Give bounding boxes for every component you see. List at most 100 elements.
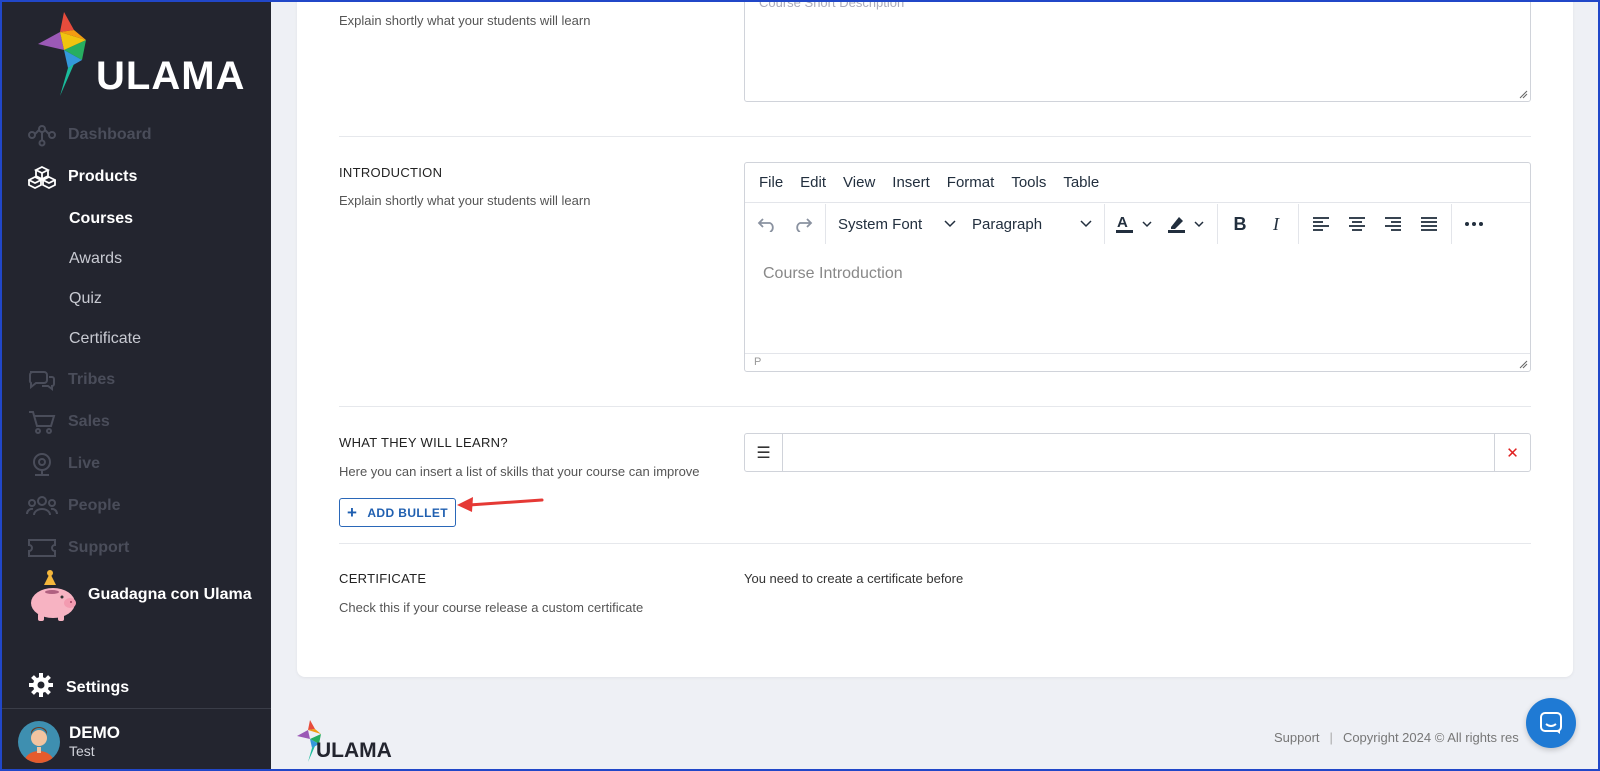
highlighter-icon	[1168, 217, 1204, 233]
user-name: DEMO	[69, 723, 120, 742]
text-color-button[interactable]: A	[1109, 207, 1161, 241]
footer-logo[interactable]: ULAMA	[296, 719, 400, 768]
divider	[339, 406, 1531, 407]
toolbar-separator	[825, 204, 826, 244]
footer-links: Support | Copyright 2024 © All rights res	[1274, 730, 1519, 745]
italic-icon[interactable]: I	[1258, 207, 1294, 241]
undo-icon[interactable]	[749, 207, 785, 241]
footer-support-link[interactable]: Support	[1274, 730, 1320, 745]
promo-link[interactable]: Guadagna con Ulama	[26, 567, 252, 623]
footer-brand: ULAMA	[316, 739, 392, 762]
annotation-arrow-icon	[457, 497, 544, 512]
bullet-input[interactable]	[783, 434, 1494, 471]
menu-format[interactable]: Format	[947, 174, 995, 191]
webcam-icon	[26, 450, 58, 478]
resize-handle-icon[interactable]	[1518, 359, 1528, 369]
sidebar-item-dashboard[interactable]: Dashboard	[26, 120, 152, 150]
toolbar-separator	[1217, 204, 1218, 244]
short-desc-description: Explain shortly what your students will …	[339, 13, 591, 28]
sidebar-item-people[interactable]: People	[26, 491, 120, 521]
chat-launcher-button[interactable]	[1526, 698, 1576, 748]
menu-insert[interactable]: Insert	[892, 174, 930, 191]
sidebar-subitem-awards[interactable]: Awards	[69, 250, 122, 268]
ticket-icon	[26, 534, 58, 562]
sidebar: ULAMA Dashboard Products Courses Awards …	[0, 0, 271, 771]
remove-bullet-icon[interactable]: ✕	[1494, 434, 1530, 471]
menu-table[interactable]: Table	[1063, 174, 1099, 191]
toolbar-separator	[1298, 204, 1299, 244]
sidebar-item-label: Support	[68, 539, 130, 556]
sidebar-item-products[interactable]: Products	[26, 162, 137, 192]
divider	[339, 136, 1531, 137]
block-format-select[interactable]: Paragraph	[964, 207, 1100, 241]
drag-handle-icon[interactable]: ☰	[745, 434, 783, 471]
user-profile[interactable]: DEMO Test	[0, 708, 271, 771]
bold-icon[interactable]: B	[1222, 207, 1258, 241]
introduction-description: Explain shortly what your students will …	[339, 193, 591, 208]
chat-bubbles-icon	[26, 366, 58, 394]
sidebar-subitem-courses[interactable]: Courses	[69, 210, 133, 228]
sidebar-subitem-quiz[interactable]: Quiz	[69, 290, 102, 308]
chevron-down-icon	[944, 220, 956, 228]
more-options-icon[interactable]	[1456, 207, 1492, 241]
rich-text-editor[interactable]: File Edit View Insert Format Tools Table…	[744, 162, 1531, 372]
editor-statusbar: P	[745, 353, 1530, 371]
align-right-icon[interactable]	[1375, 207, 1411, 241]
svg-text:A: A	[1117, 214, 1128, 231]
footer-copyright: Copyright 2024 © All rights res	[1342, 730, 1519, 745]
sidebar-item-settings[interactable]: Settings	[28, 672, 129, 703]
learn-label: WHAT THEY WILL LEARN?	[339, 435, 508, 450]
toolbar-separator	[1104, 204, 1105, 244]
people-icon	[26, 492, 58, 520]
highlight-color-button[interactable]	[1161, 207, 1213, 241]
plus-icon: +	[347, 502, 358, 522]
add-bullet-label: ADD BULLET	[367, 505, 448, 520]
font-family-select[interactable]: System Font	[830, 207, 964, 241]
short-description-textarea[interactable]: Course Short Description	[744, 0, 1531, 102]
sidebar-item-live[interactable]: Live	[26, 449, 100, 479]
user-subtitle: Test	[69, 743, 95, 759]
footer-separator: |	[1329, 730, 1333, 745]
short-description-placeholder: Course Short Description	[759, 0, 905, 10]
toolbar-separator	[1451, 204, 1452, 244]
sidebar-item-support[interactable]: Support	[26, 533, 129, 563]
redo-icon[interactable]	[785, 207, 821, 241]
editor-toolbar: System Font Paragraph A B I	[745, 204, 1530, 244]
sidebar-item-tribes[interactable]: Tribes	[26, 365, 115, 395]
settings-label: Settings	[66, 678, 130, 696]
menu-edit[interactable]: Edit	[800, 174, 826, 191]
sidebar-subitem-certificate[interactable]: Certificate	[69, 330, 141, 348]
gear-icon	[28, 672, 54, 703]
promo-label: Guadagna con Ulama	[88, 586, 252, 603]
menu-tools[interactable]: Tools	[1011, 174, 1046, 191]
font-family-value: System Font	[838, 215, 923, 233]
avatar	[18, 721, 60, 763]
brand-name: ULAMA	[96, 54, 246, 98]
align-center-icon[interactable]	[1339, 207, 1375, 241]
cart-icon	[26, 408, 58, 436]
editor-placeholder[interactable]: Course Introduction	[763, 265, 903, 283]
certificate-label: CERTIFICATE	[339, 571, 427, 586]
menu-file[interactable]: File	[759, 174, 783, 191]
editor-menubar: File Edit View Insert Format Tools Table	[745, 163, 1530, 203]
sidebar-item-label: People	[68, 497, 121, 514]
resize-handle-icon[interactable]	[1518, 89, 1528, 99]
introduction-label: INTRODUCTION	[339, 165, 443, 180]
bird-icon	[38, 12, 86, 96]
ulama-logo[interactable]: ULAMA	[34, 10, 244, 100]
align-left-icon[interactable]	[1303, 207, 1339, 241]
chat-icon	[1540, 712, 1562, 734]
align-justify-icon[interactable]	[1411, 207, 1447, 241]
menu-view[interactable]: View	[843, 174, 875, 191]
add-bullet-button[interactable]: + ADD BULLET	[339, 498, 456, 527]
sidebar-item-label: Tribes	[68, 371, 116, 388]
divider	[339, 543, 1531, 544]
bullet-item: ☰ ✕	[744, 433, 1531, 472]
sidebar-item-label: Products	[68, 168, 138, 185]
dashboard-icon	[26, 121, 58, 149]
block-format-value: Paragraph	[972, 215, 1043, 233]
element-path[interactable]: P	[754, 356, 761, 368]
sidebar-item-sales[interactable]: Sales	[26, 407, 110, 437]
learn-description: Here you can insert a list of skills tha…	[339, 464, 700, 479]
sidebar-item-label: Sales	[68, 413, 110, 430]
